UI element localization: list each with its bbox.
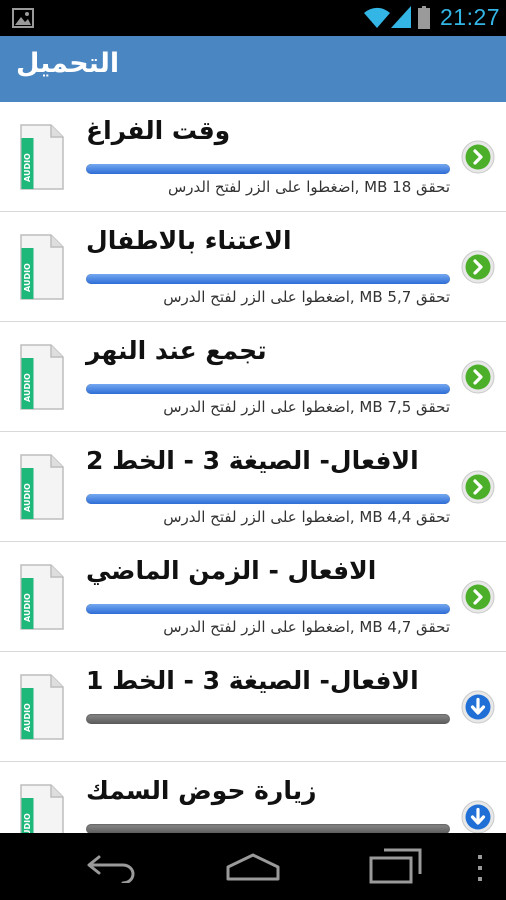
- overflow-menu-icon[interactable]: [470, 853, 490, 883]
- svg-text:AUDIO: AUDIO: [23, 153, 32, 182]
- download-progress-bar: [86, 274, 450, 284]
- svg-text:AUDIO: AUDIO: [23, 813, 32, 833]
- lesson-title: الافعال- الصيغة 3 - الخط 2: [86, 446, 419, 475]
- download-progress-bar: [86, 384, 450, 394]
- play-arrow-icon[interactable]: [461, 140, 495, 174]
- list-item[interactable]: AUDIO الاعتناء بالاطفال تحقق MB 5,7 ,اضغ…: [0, 212, 506, 322]
- lesson-title: تجمع عند النهر: [86, 336, 267, 365]
- audio-file-icon: AUDIO: [20, 564, 64, 630]
- lesson-title: الاعتناء بالاطفال: [86, 226, 292, 255]
- play-arrow-icon[interactable]: [461, 250, 495, 284]
- play-arrow-icon[interactable]: [461, 580, 495, 614]
- status-time: 21:27: [440, 4, 501, 30]
- lesson-title: وقت الفراغ: [86, 116, 231, 145]
- lesson-subtitle: تحقق MB 4,7 ,اضغطوا على الزر لفتح الدرس: [163, 618, 450, 636]
- audio-file-icon: AUDIO: [20, 124, 64, 190]
- play-arrow-icon[interactable]: [461, 360, 495, 394]
- signal-icon: [391, 6, 411, 28]
- battery-icon: [418, 6, 430, 29]
- audio-file-icon: AUDIO: [20, 784, 64, 833]
- download-progress-bar: [86, 604, 450, 614]
- download-progress-bar: [86, 824, 450, 833]
- lesson-title: الافعال- الصيغة 3 - الخط 1: [86, 666, 419, 695]
- lesson-title: الافعال - الزمن الماضي: [86, 556, 377, 585]
- lesson-subtitle: تحقق MB 4,4 ,اضغطوا على الزر لفتح الدرس: [163, 508, 450, 526]
- action-bar: التحميل: [0, 36, 506, 102]
- download-progress-bar: [86, 494, 450, 504]
- svg-text:AUDIO: AUDIO: [23, 703, 32, 732]
- status-bar: 21:27: [0, 0, 506, 36]
- download-arrow-icon[interactable]: [461, 800, 495, 833]
- svg-text:AUDIO: AUDIO: [23, 483, 32, 512]
- audio-file-icon: AUDIO: [20, 674, 64, 740]
- lesson-title: زيارة حوض السمك: [86, 776, 317, 805]
- list-item[interactable]: AUDIO الافعال- الصيغة 3 - الخط 1: [0, 652, 506, 762]
- list-item[interactable]: AUDIO وقت الفراغ تحقق MB 18 ,اضغطوا على …: [0, 102, 506, 212]
- back-icon[interactable]: [85, 851, 139, 883]
- svg-text:AUDIO: AUDIO: [23, 373, 32, 402]
- lesson-subtitle: تحقق MB 5,7 ,اضغطوا على الزر لفتح الدرس: [163, 288, 450, 306]
- download-progress-bar: [86, 164, 450, 174]
- play-arrow-icon[interactable]: [461, 470, 495, 504]
- download-progress-bar: [86, 714, 450, 724]
- audio-file-icon: AUDIO: [20, 454, 64, 520]
- list-item[interactable]: AUDIO تجمع عند النهر تحقق MB 7,5 ,اضغطوا…: [0, 322, 506, 432]
- lesson-list: AUDIO وقت الفراغ تحقق MB 18 ,اضغطوا على …: [0, 102, 506, 833]
- download-arrow-icon[interactable]: [461, 690, 495, 724]
- svg-text:AUDIO: AUDIO: [23, 593, 32, 622]
- audio-file-icon: AUDIO: [20, 234, 64, 300]
- lesson-subtitle: تحقق MB 7,5 ,اضغطوا على الزر لفتح الدرس: [163, 398, 450, 416]
- page-title: التحميل: [16, 48, 120, 79]
- audio-file-icon: AUDIO: [20, 344, 64, 410]
- lesson-subtitle: تحقق MB 18 ,اضغطوا على الزر لفتح الدرس: [167, 178, 450, 196]
- home-icon[interactable]: [224, 851, 282, 883]
- list-item[interactable]: AUDIO زيارة حوض السمك: [0, 762, 506, 833]
- list-item[interactable]: AUDIO الافعال - الزمن الماضي تحقق MB 4,7…: [0, 542, 506, 652]
- recent-apps-icon[interactable]: [368, 848, 422, 884]
- navigation-bar: [0, 833, 506, 900]
- wifi-icon: [364, 7, 390, 28]
- gallery-icon: [12, 8, 34, 28]
- list-item[interactable]: AUDIO الافعال- الصيغة 3 - الخط 2 تحقق MB…: [0, 432, 506, 542]
- svg-text:AUDIO: AUDIO: [23, 263, 32, 292]
